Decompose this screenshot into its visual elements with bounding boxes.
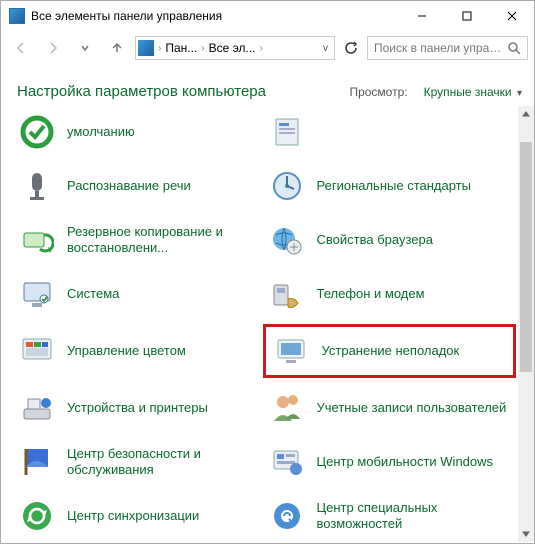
item-label: Устранение неполадок (322, 343, 460, 359)
control-panel-item[interactable]: Система (17, 274, 263, 314)
window-title: Все элементы панели управления (31, 9, 399, 23)
chevron-right-icon[interactable]: › (199, 43, 206, 54)
content-area: умолчанию Распознавание речи Региональные … (1, 106, 518, 542)
item-icon (269, 444, 305, 480)
item-icon (269, 222, 305, 258)
close-button[interactable] (489, 1, 534, 31)
chevron-down-icon: ▾ (515, 88, 522, 99)
control-panel-item[interactable]: Центр безопасности и обслуживания (17, 442, 263, 482)
control-panel-item[interactable]: Учетные записи пользователей (267, 388, 513, 428)
control-panel-item-highlighted[interactable]: Устранение неполадок (263, 324, 517, 378)
item-icon (19, 168, 55, 204)
scroll-thumb[interactable] (520, 142, 532, 372)
control-panel-item[interactable]: умолчанию (17, 112, 263, 152)
item-label: Учетные записи пользователей (317, 400, 507, 416)
control-panel-item[interactable]: Центр синхронизации (17, 496, 263, 536)
item-label: Центр мобильности Windows (317, 454, 494, 470)
item-icon (269, 114, 305, 150)
address-icon (138, 40, 154, 56)
recent-dropdown[interactable] (71, 34, 99, 62)
control-panel-item[interactable]: Центр специальных возможностей (267, 496, 513, 536)
search-input[interactable]: Поиск в панели управле... (367, 36, 528, 60)
chevron-right-icon[interactable]: › (156, 43, 163, 54)
item-label: Управление цветом (67, 343, 186, 359)
item-icon (269, 168, 305, 204)
item-icon (19, 498, 55, 534)
item-label: Центр безопасности и обслуживания (67, 446, 261, 479)
item-label: Устройства и принтеры (67, 400, 208, 416)
scrollbar[interactable] (518, 106, 534, 542)
control-panel-item[interactable]: Резервное копирование и восстановлени... (17, 220, 263, 260)
view-selector[interactable]: Крупные значки ▾ (424, 85, 522, 99)
item-icon (19, 333, 55, 369)
control-panel-item[interactable]: Свойства браузера (267, 220, 513, 260)
chevron-right-icon[interactable]: › (258, 43, 265, 54)
maximize-button[interactable] (444, 1, 489, 31)
item-icon (269, 390, 305, 426)
view-label: Просмотр: (349, 85, 407, 99)
item-icon (269, 276, 305, 312)
item-icon (19, 222, 55, 258)
control-panel-icon (9, 8, 25, 24)
address-dropdown[interactable]: v (319, 43, 332, 54)
item-label: Система (67, 286, 119, 302)
titlebar: Все элементы панели управления (1, 1, 534, 31)
breadcrumb-segment[interactable]: Все эл... (209, 41, 256, 55)
item-label: Центр специальных возможностей (317, 500, 511, 533)
forward-button[interactable] (39, 34, 67, 62)
item-icon (19, 444, 55, 480)
item-icon (19, 390, 55, 426)
window-controls (399, 1, 534, 31)
control-panel-item[interactable] (267, 112, 513, 152)
scroll-track[interactable] (518, 122, 534, 526)
control-panel-item[interactable]: Телефон и модем (267, 274, 513, 314)
address-bar[interactable]: › Пан... › Все эл... › v (135, 36, 335, 60)
item-label: Свойства браузера (317, 232, 433, 248)
header-row: Настройка параметров компьютера Просмотр… (1, 65, 534, 106)
minimize-button[interactable] (399, 1, 444, 31)
control-panel-item[interactable]: Распознавание речи (17, 166, 263, 206)
up-button[interactable] (103, 34, 131, 62)
item-label: Телефон и модем (317, 286, 425, 302)
item-icon (274, 333, 310, 369)
item-icon (269, 498, 305, 534)
page-heading: Настройка параметров компьютера (17, 83, 266, 100)
breadcrumb-segment[interactable]: Пан... (165, 41, 197, 55)
item-label: Центр синхронизации (67, 508, 199, 524)
scroll-down-button[interactable] (518, 526, 534, 542)
item-label: Резервное копирование и восстановлени... (67, 224, 261, 257)
control-panel-item[interactable]: Центр мобильности Windows (267, 442, 513, 482)
search-icon (507, 41, 521, 55)
item-label: умолчанию (67, 124, 135, 140)
item-icon (19, 276, 55, 312)
item-icon (19, 114, 55, 150)
view-value: Крупные значки (424, 85, 512, 99)
item-label: Региональные стандарты (317, 178, 471, 194)
scroll-up-button[interactable] (518, 106, 534, 122)
refresh-button[interactable] (339, 36, 363, 60)
control-panel-item[interactable]: Региональные стандарты (267, 166, 513, 206)
back-button[interactable] (7, 34, 35, 62)
control-panel-item[interactable]: Устройства и принтеры (17, 388, 263, 428)
navbar: › Пан... › Все эл... › v Поиск в панели … (1, 31, 534, 65)
control-panel-item[interactable]: Управление цветом (17, 328, 263, 374)
search-placeholder: Поиск в панели управле... (374, 41, 507, 55)
item-label: Распознавание речи (67, 178, 191, 194)
